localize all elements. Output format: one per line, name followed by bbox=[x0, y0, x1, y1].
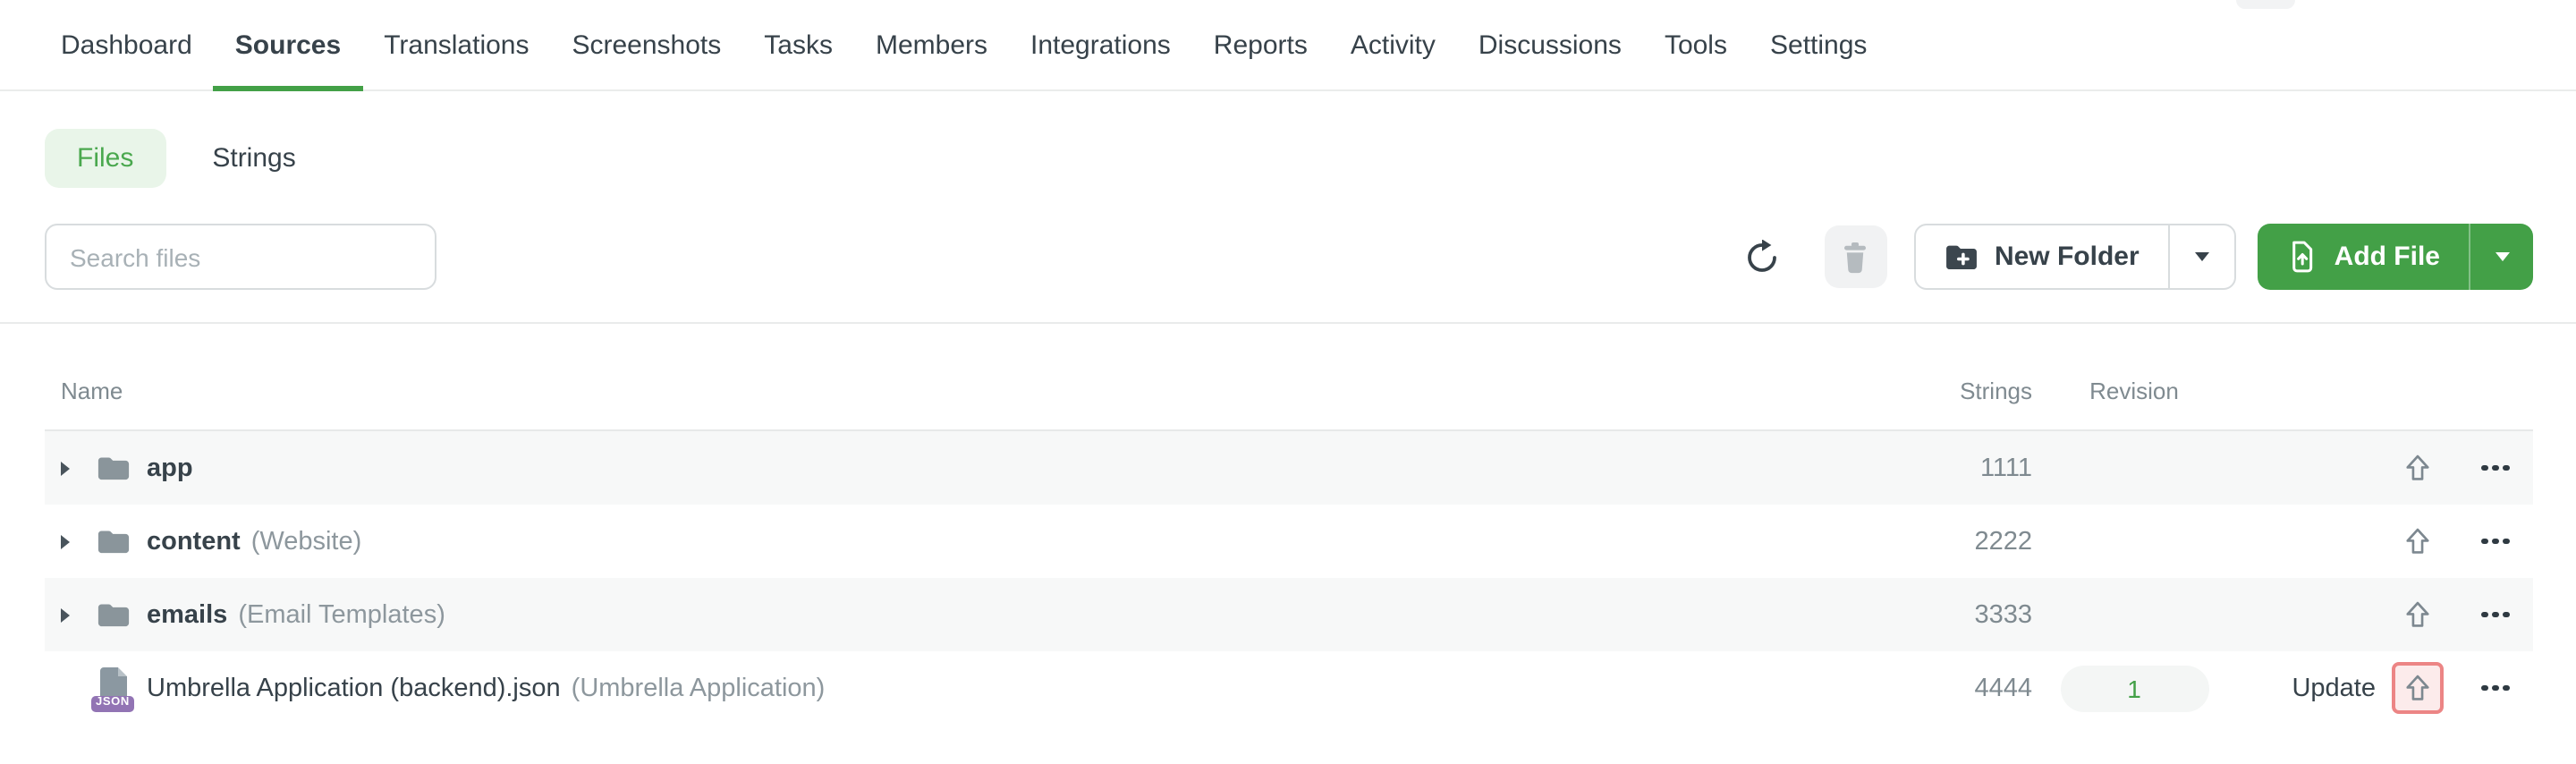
json-file-icon: JSON bbox=[91, 666, 134, 712]
expand-caret-icon[interactable] bbox=[61, 607, 82, 622]
nav-item-sources[interactable]: Sources bbox=[213, 0, 363, 91]
nav-item-activity[interactable]: Activity bbox=[1329, 0, 1457, 89]
upload-button[interactable] bbox=[2398, 594, 2436, 635]
table-row-folder-content[interactable]: content (Website) 2222 bbox=[45, 505, 2533, 578]
add-file-split-button: Add File bbox=[2257, 224, 2533, 290]
nav-item-tasks[interactable]: Tasks bbox=[742, 0, 854, 89]
refresh-icon bbox=[1744, 239, 1780, 275]
upload-button[interactable] bbox=[2398, 447, 2436, 488]
expand-caret-icon[interactable] bbox=[61, 534, 82, 548]
file-upload-icon bbox=[2286, 240, 2318, 274]
file-name: Umbrella Application (backend).json bbox=[147, 674, 561, 702]
table-row-folder-emails[interactable]: emails (Email Templates) 3333 bbox=[45, 578, 2533, 651]
nav-item-reports[interactable]: Reports bbox=[1192, 0, 1329, 89]
folder-note: (Website) bbox=[250, 527, 362, 556]
nav-item-settings[interactable]: Settings bbox=[1749, 0, 1888, 89]
folder-icon bbox=[97, 600, 131, 629]
sources-files-page: Dashboard Sources Translations Screensho… bbox=[0, 0, 2576, 764]
delete-button[interactable] bbox=[1824, 225, 1887, 288]
add-file-dropdown-button[interactable] bbox=[2469, 224, 2533, 290]
new-folder-dropdown-button[interactable] bbox=[2167, 225, 2234, 288]
trash-icon bbox=[1842, 241, 1870, 273]
nav-item-discussions[interactable]: Discussions bbox=[1457, 0, 1643, 89]
row-menu-button[interactable] bbox=[2475, 678, 2517, 699]
new-folder-label: New Folder bbox=[1994, 242, 2140, 272]
folder-name: emails bbox=[147, 600, 228, 629]
strings-count: 1111 bbox=[1979, 454, 2032, 482]
new-folder-split-button: New Folder bbox=[1913, 224, 2236, 290]
row-menu-button[interactable] bbox=[2475, 531, 2517, 552]
table-row-folder-app[interactable]: app 1111 bbox=[45, 431, 2533, 505]
column-header-strings: Strings bbox=[1960, 378, 2032, 404]
folder-icon bbox=[97, 527, 131, 556]
column-header-name: Name bbox=[61, 378, 123, 404]
folder-name: content bbox=[147, 527, 241, 556]
tab-files[interactable]: Files bbox=[45, 129, 166, 188]
project-nav: Dashboard Sources Translations Screensho… bbox=[0, 0, 2576, 91]
nav-item-integrations[interactable]: Integrations bbox=[1009, 0, 1192, 89]
files-toolbar: New Folder Add File bbox=[45, 224, 2533, 290]
revision-badge[interactable]: 1 bbox=[2060, 665, 2208, 711]
upload-arrow-icon bbox=[2403, 453, 2430, 483]
strings-count: 2222 bbox=[1974, 527, 2032, 556]
upload-arrow-icon bbox=[2403, 673, 2430, 703]
expand-caret-icon[interactable] bbox=[61, 461, 82, 475]
folder-icon bbox=[97, 454, 131, 482]
json-badge: JSON bbox=[91, 695, 134, 712]
upload-button-highlighted[interactable] bbox=[2391, 662, 2443, 714]
table-row-file-umbrella-json[interactable]: JSON Umbrella Application (backend).json… bbox=[45, 651, 2533, 725]
strings-count: 4444 bbox=[1974, 674, 2032, 702]
upload-arrow-icon bbox=[2403, 526, 2430, 556]
add-file-button[interactable]: Add File bbox=[2258, 224, 2469, 290]
strings-count: 3333 bbox=[1974, 600, 2032, 629]
nav-item-dashboard[interactable]: Dashboard bbox=[39, 0, 214, 89]
nav-item-tools[interactable]: Tools bbox=[1643, 0, 1749, 89]
table-header: Name Strings Revision bbox=[45, 324, 2533, 431]
top-edge-artifact bbox=[2236, 0, 2295, 9]
files-table: Name Strings Revision app 1111 content (… bbox=[45, 324, 2533, 725]
row-menu-button[interactable] bbox=[2475, 458, 2517, 479]
chevron-down-icon bbox=[2495, 252, 2509, 261]
toolbar-actions: New Folder Add File bbox=[1742, 224, 2533, 290]
search-input[interactable] bbox=[45, 224, 436, 290]
nav-item-translations[interactable]: Translations bbox=[362, 0, 550, 89]
folder-name: app bbox=[147, 454, 193, 482]
upload-arrow-icon bbox=[2403, 599, 2430, 630]
folder-note: (Email Templates) bbox=[238, 600, 445, 629]
nav-item-members[interactable]: Members bbox=[854, 0, 1009, 89]
refresh-button[interactable] bbox=[1742, 237, 1782, 276]
chevron-down-icon bbox=[2194, 252, 2209, 261]
tab-strings[interactable]: Strings bbox=[180, 129, 327, 188]
view-tabs: Files Strings bbox=[45, 129, 2576, 188]
row-menu-button[interactable] bbox=[2475, 605, 2517, 625]
file-note: (Umbrella Application) bbox=[571, 674, 826, 702]
add-file-label: Add File bbox=[2334, 242, 2440, 272]
nav-item-screenshots[interactable]: Screenshots bbox=[551, 0, 743, 89]
column-header-revision: Revision bbox=[2089, 378, 2179, 404]
new-folder-button[interactable]: New Folder bbox=[1916, 225, 2168, 288]
folder-plus-icon bbox=[1945, 242, 1979, 271]
update-link[interactable]: Update bbox=[2292, 674, 2376, 702]
upload-button[interactable] bbox=[2398, 521, 2436, 562]
